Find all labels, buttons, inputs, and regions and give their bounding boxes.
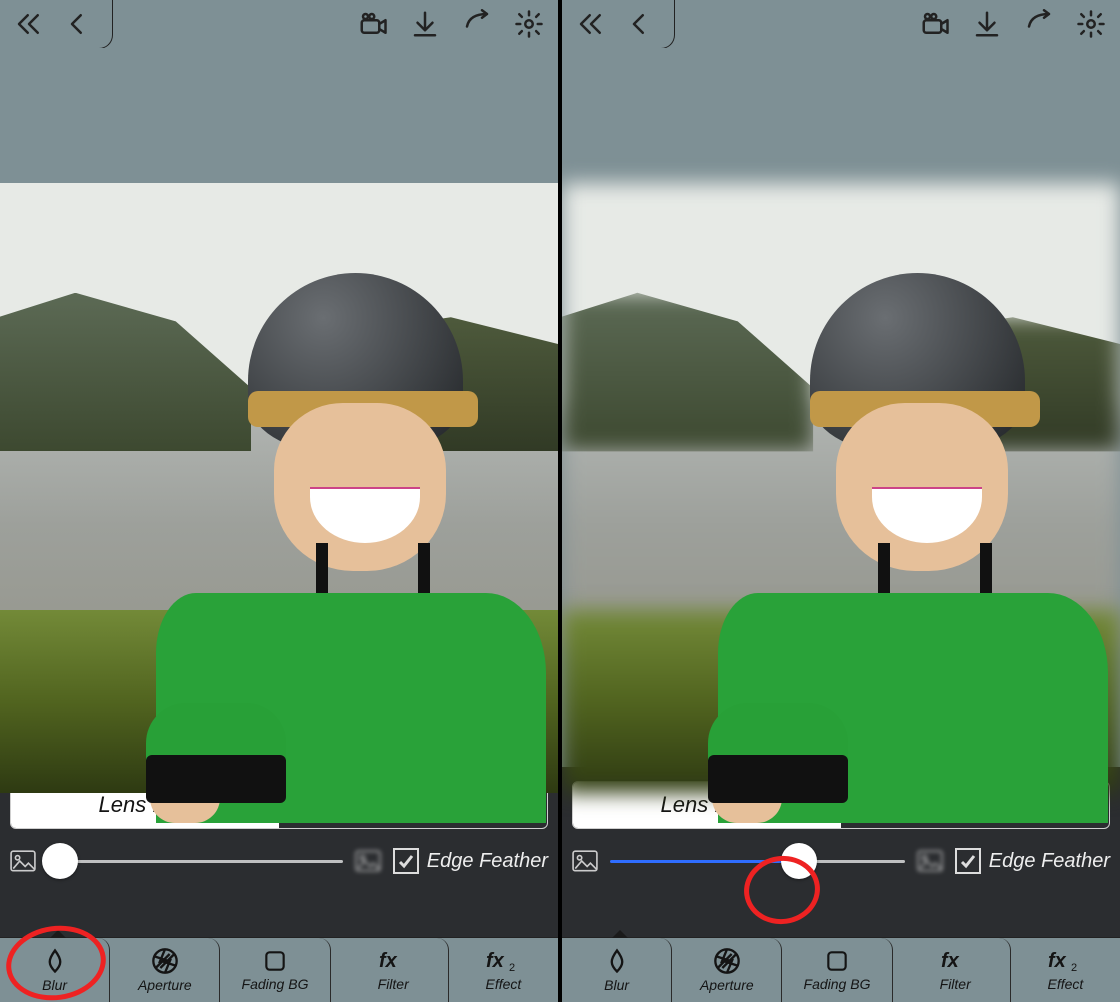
tab-label: Aperture xyxy=(138,977,192,993)
double-back-icon[interactable] xyxy=(12,7,46,41)
share-icon[interactable] xyxy=(460,7,494,41)
tab-fading-bg[interactable]: Fading BG xyxy=(220,938,330,1002)
image-before-icon xyxy=(10,850,36,872)
tab-fading-bg[interactable]: Fading BG xyxy=(782,938,892,1002)
photo xyxy=(562,183,1120,793)
settings-icon[interactable] xyxy=(512,7,546,41)
back-icon[interactable] xyxy=(622,7,656,41)
settings-icon[interactable] xyxy=(1074,7,1108,41)
svg-text:2: 2 xyxy=(1071,962,1077,974)
slider-knob[interactable] xyxy=(42,843,78,879)
canvas-area[interactable] xyxy=(0,48,558,767)
tab-effect[interactable]: fx 2 Effect xyxy=(1011,938,1120,1002)
tab-filter[interactable]: fx Filter xyxy=(339,938,449,1002)
edge-feather-checkbox[interactable]: Edge Feather xyxy=(955,848,1110,874)
screenshot-right: Lens Blur Motion Blur Edge Feather Blur xyxy=(562,0,1120,1002)
tab-effect[interactable]: fx 2 Effect xyxy=(449,938,558,1002)
tab-blur[interactable]: Blur xyxy=(0,938,110,1002)
slider-knob[interactable] xyxy=(781,843,817,879)
checkbox-icon xyxy=(955,848,981,874)
tab-label: Effect xyxy=(486,976,522,992)
image-before-icon xyxy=(572,850,598,872)
share-icon[interactable] xyxy=(1022,7,1056,41)
edge-feather-checkbox[interactable]: Edge Feather xyxy=(393,848,548,874)
blur-strength-slider[interactable] xyxy=(610,847,905,875)
tab-label: Effect xyxy=(1048,976,1084,992)
camera-icon[interactable] xyxy=(356,7,390,41)
svg-text:fx: fx xyxy=(1048,950,1067,972)
tab-aperture[interactable]: Aperture xyxy=(110,938,220,1002)
checkbox-icon xyxy=(393,848,419,874)
top-toolbar xyxy=(0,0,558,48)
bottom-tabs: Blur Aperture Fading BG fx Filter fx 2 Effe… xyxy=(0,937,558,1002)
checkbox-label: Edge Feather xyxy=(427,850,548,873)
back-icon[interactable] xyxy=(60,7,94,41)
image-after-icon xyxy=(917,850,943,872)
download-icon[interactable] xyxy=(970,7,1004,41)
bottom-tabs: Blur Aperture Fading BG fx Filter fx 2 Effe… xyxy=(562,937,1120,1002)
svg-text:2: 2 xyxy=(509,962,515,974)
tab-blur[interactable]: Blur xyxy=(562,938,672,1002)
tab-label: Fading BG xyxy=(242,976,309,992)
download-icon[interactable] xyxy=(408,7,442,41)
tab-aperture[interactable]: Aperture xyxy=(672,938,782,1002)
tab-filter[interactable]: fx Filter xyxy=(901,938,1011,1002)
tab-label: Fading BG xyxy=(804,976,871,992)
tab-label: Blur xyxy=(604,977,629,993)
tab-label: Filter xyxy=(378,976,409,992)
tab-label: Aperture xyxy=(700,977,754,993)
svg-text:fx: fx xyxy=(486,950,505,972)
image-after-icon xyxy=(355,850,381,872)
checkbox-label: Edge Feather xyxy=(989,850,1110,873)
screenshot-left: Lens Blur Motion Blur Edge Feather Blur … xyxy=(0,0,558,1002)
tab-label: Blur xyxy=(42,977,67,993)
blur-strength-slider[interactable] xyxy=(48,847,343,875)
top-toolbar xyxy=(562,0,1120,48)
camera-icon[interactable] xyxy=(918,7,952,41)
svg-text:fx: fx xyxy=(941,950,960,972)
double-back-icon[interactable] xyxy=(574,7,608,41)
canvas-area[interactable] xyxy=(562,48,1120,767)
photo xyxy=(0,183,558,793)
svg-text:fx: fx xyxy=(379,950,398,972)
tab-label: Filter xyxy=(940,976,971,992)
